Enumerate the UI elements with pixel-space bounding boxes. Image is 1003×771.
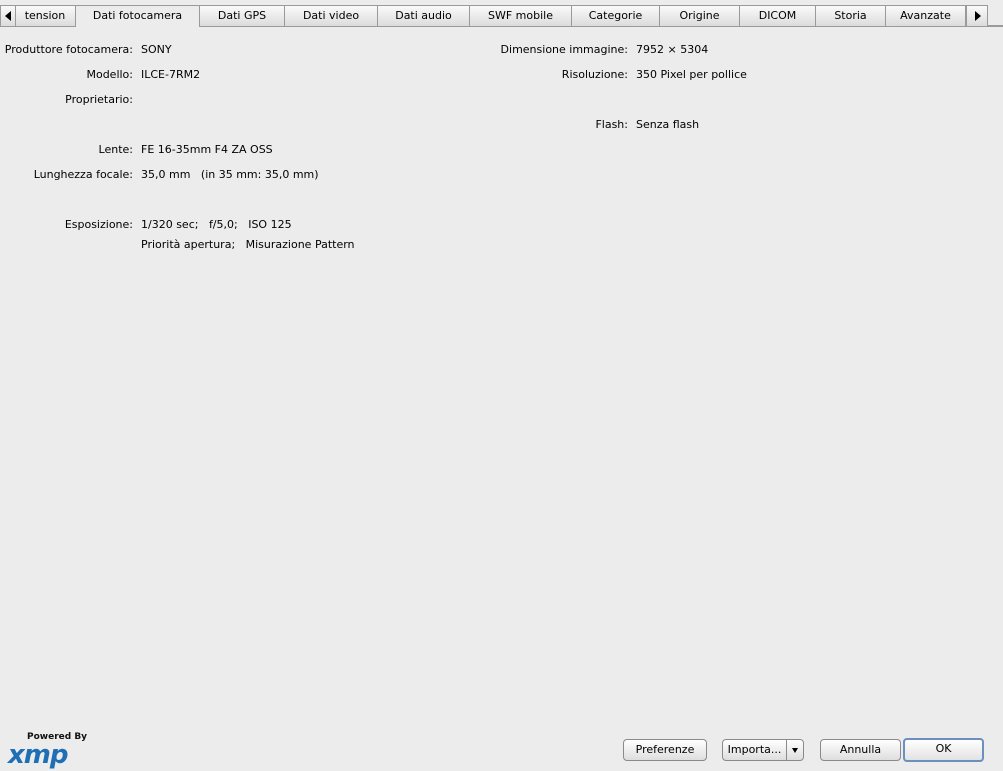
- tab-label: Dati GPS: [217, 9, 267, 22]
- value-lunghezza-focale: 35,0 mm (in 35 mm: 35,0 mm): [141, 168, 319, 181]
- tab-origine[interactable]: Origine: [660, 5, 740, 27]
- tab-dati-audio[interactable]: Dati audio: [378, 5, 470, 27]
- label-proprietario: Proprietario:: [65, 93, 133, 106]
- xmp-brand: xmp: [8, 740, 68, 770]
- tab-dati-video[interactable]: Dati video: [285, 5, 378, 27]
- importa-dropdown-button[interactable]: [787, 740, 803, 760]
- tab-avanzate[interactable]: Avanzate: [886, 5, 966, 27]
- preferenze-button[interactable]: Preferenze: [623, 739, 707, 761]
- tab-dati-gps[interactable]: Dati GPS: [200, 5, 285, 27]
- ok-button[interactable]: OK: [903, 738, 984, 762]
- tab-label: Avanzate: [900, 9, 951, 22]
- tab-scroll-right-button[interactable]: [966, 5, 988, 27]
- label-dimensione-immagine: Dimensione immagine:: [500, 43, 628, 56]
- tab-scroll-left-button[interactable]: [0, 5, 16, 27]
- tab-estensione[interactable]: tension: [15, 5, 76, 27]
- tab-storia[interactable]: Storia: [816, 5, 886, 27]
- tab-label: tension: [24, 9, 66, 22]
- tab-dicom[interactable]: DICOM: [740, 5, 816, 27]
- value-dimensione-immagine: 7952 × 5304: [636, 43, 709, 56]
- tab-label: Dati fotocamera: [92, 9, 183, 22]
- tab-label: Origine: [679, 9, 720, 22]
- tab-label: Dati audio: [395, 9, 452, 22]
- tab-categorie[interactable]: Categorie: [572, 5, 660, 27]
- label-modello: Modello:: [86, 68, 133, 81]
- tab-label: Categorie: [588, 9, 643, 22]
- tab-bar-end: [988, 5, 1003, 26]
- value-risoluzione: 350 Pixel per pollice: [636, 68, 747, 81]
- value-modello: ILCE-7RM2: [141, 68, 201, 81]
- tab-dati-fotocamera[interactable]: Dati fotocamera: [76, 5, 200, 27]
- importa-button[interactable]: Importa...: [723, 740, 786, 760]
- value-produttore: SONY: [141, 43, 172, 56]
- value-esposizione-mode: Priorità apertura; Misurazione Pattern: [141, 238, 355, 251]
- tab-label: DICOM: [758, 9, 797, 22]
- label-risoluzione: Risoluzione:: [561, 68, 628, 81]
- importa-split-button: Importa...: [722, 739, 804, 761]
- value-flash: Senza flash: [636, 118, 700, 131]
- value-esposizione: 1/320 sec; f/5,0; ISO 125: [141, 218, 292, 231]
- annulla-button[interactable]: Annulla: [820, 739, 901, 761]
- chevron-down-icon: [792, 748, 798, 753]
- value-lente: FE 16-35mm F4 ZA OSS: [141, 143, 273, 156]
- tab-bar: tension Dati fotocamera Dati GPS Dati vi…: [0, 5, 1003, 27]
- tab-swf-mobile[interactable]: SWF mobile: [470, 5, 572, 27]
- label-lente: Lente:: [98, 143, 133, 156]
- tab-label: Dati video: [302, 9, 360, 22]
- tab-label: Storia: [834, 9, 867, 22]
- label-lunghezza-focale: Lunghezza focale:: [33, 168, 133, 181]
- label-esposizione: Esposizione:: [64, 218, 133, 231]
- label-produttore: Produttore fotocamera:: [4, 43, 133, 56]
- tab-label: SWF mobile: [488, 9, 553, 22]
- label-flash: Flash:: [595, 118, 628, 131]
- arrow-left-icon: [5, 11, 11, 21]
- arrow-right-icon: [975, 11, 981, 21]
